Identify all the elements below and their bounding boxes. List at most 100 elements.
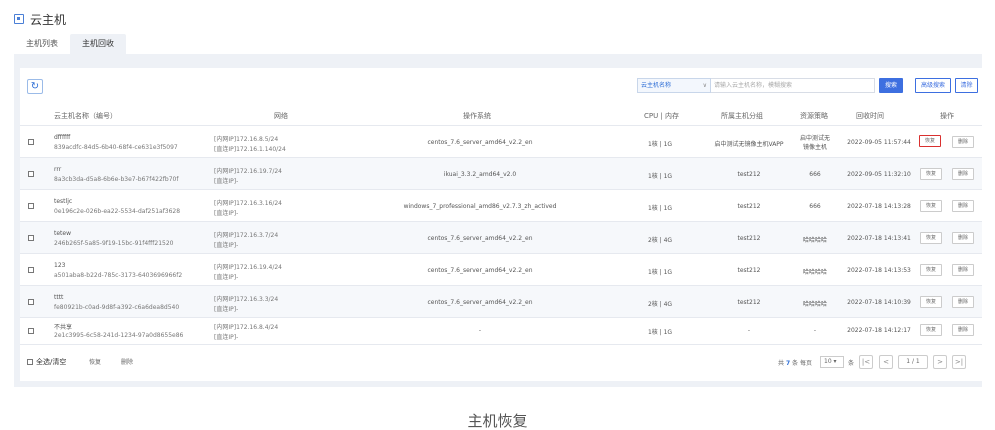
row-checkbox[interactable]: [28, 267, 34, 273]
delete-button[interactable]: 删除: [952, 264, 974, 276]
search-field-select[interactable]: 云主机名称 ∨: [637, 78, 711, 93]
row-checkbox[interactable]: [28, 139, 34, 145]
column-header-actions: 操作: [940, 112, 954, 120]
refresh-icon: ↻: [30, 81, 40, 92]
page-size-suffix: 条: [848, 360, 855, 367]
next-page-button[interactable]: >: [933, 355, 947, 369]
restore-button[interactable]: 恢复: [920, 324, 942, 336]
chevron-down-icon: ∨: [702, 82, 707, 89]
host-id: 839acdfc-84d5-6b40-68f4-ce631e3f5097: [54, 144, 178, 151]
host-group: -: [747, 327, 751, 334]
network-internal-ip: [内网IP]172.16.3.7/24: [214, 232, 279, 239]
network-direct-ip: [直连IP]-: [214, 334, 239, 341]
network-direct-ip: [直连IP]-: [214, 274, 239, 281]
resource-policy: 启中测试无: [799, 135, 831, 142]
row-divider: [20, 317, 982, 318]
select-all-label[interactable]: 全选/清空: [36, 357, 66, 367]
recycle-time: 2022-07-18 14:13:41: [847, 235, 911, 242]
header-divider: [20, 125, 982, 126]
row-checkbox[interactable]: [28, 235, 34, 241]
resource-policy: 666: [809, 171, 821, 178]
row-checkbox[interactable]: [28, 299, 34, 305]
cpu-memory: 1核 | 1G: [647, 329, 673, 336]
network-internal-ip: [内网IP]172.16.19.4/24: [214, 264, 282, 271]
delete-button[interactable]: 删除: [952, 168, 974, 180]
cpu-memory: 2核 | 4G: [647, 301, 673, 308]
cpu-memory: 1核 | 1G: [647, 141, 673, 148]
search-button[interactable]: 搜索: [879, 78, 903, 93]
row-divider: [20, 344, 982, 345]
delete-button[interactable]: 删除: [952, 200, 974, 212]
row-checkbox[interactable]: [28, 171, 34, 177]
host-name: 不共享: [54, 324, 73, 331]
host-group: test212: [737, 203, 761, 210]
restore-button[interactable]: 恢复: [920, 200, 942, 212]
resource-policy: 哈哈哈哈: [802, 269, 828, 276]
network-direct-ip: [直连IP]-: [214, 306, 239, 313]
host-name: 123: [54, 262, 66, 269]
row-checkbox[interactable]: [28, 203, 34, 209]
network-direct-ip: [直连IP]-: [214, 178, 239, 185]
column-header-policy: 资源策略: [800, 112, 828, 120]
host-group: test212: [737, 267, 761, 274]
os-name: centos_7.6_server_amd64_v2.2_en: [427, 139, 533, 146]
restore-button[interactable]: 恢复: [920, 232, 942, 244]
host-id: fe80921b-c0ad-9d8f-a392-c6a6dea8d540: [54, 304, 180, 311]
prev-page-button[interactable]: <: [879, 355, 893, 369]
delete-button[interactable]: 删除: [952, 296, 974, 308]
resource-policy: 666: [809, 203, 821, 210]
cpu-memory: 1核 | 1G: [647, 205, 673, 212]
figure-caption: 主机恢复: [467, 412, 528, 430]
delete-button[interactable]: 删除: [952, 136, 974, 148]
network-direct-ip: [直连IP]-: [214, 210, 239, 217]
advanced-search-button[interactable]: 高级搜索: [915, 78, 951, 93]
restore-button[interactable]: 恢复: [919, 135, 941, 147]
network-internal-ip: [内网IP]172.16.8.5/24: [214, 136, 279, 143]
restore-button[interactable]: 恢复: [920, 264, 942, 276]
host-name: testljc: [54, 198, 73, 205]
delete-button[interactable]: 删除: [952, 232, 974, 244]
refresh-button[interactable]: ↻: [27, 79, 43, 94]
restore-button[interactable]: 恢复: [920, 168, 942, 180]
network-internal-ip: [内网IP]172.16.8.4/24: [214, 324, 279, 331]
bulk-delete-button[interactable]: 删除: [121, 357, 133, 366]
cpu-memory: 1核 | 1G: [647, 269, 673, 276]
host-name: dffffff: [54, 134, 71, 141]
page-size-select[interactable]: 10 ▾: [820, 356, 844, 368]
row-checkbox[interactable]: [28, 328, 34, 334]
resource-policy-line2: 镜像主机: [802, 144, 828, 151]
page-indicator[interactable]: 1 / 1: [898, 355, 928, 369]
network-internal-ip: [内网IP]172.16.3.16/24: [214, 200, 282, 207]
first-page-button[interactable]: |<: [859, 355, 873, 369]
column-header-network: 网络: [274, 112, 288, 120]
recycle-time: 2022-09-05 11:32:10: [847, 171, 911, 178]
column-header-recycle-time: 回收时间: [856, 112, 884, 120]
host-id: 0e196c2e-026b-ea22-5534-daf251af3628: [54, 208, 181, 215]
column-header-name: 云主机名称（编号）: [54, 112, 117, 120]
last-page-button[interactable]: >|: [952, 355, 966, 369]
os-name: centos_7.6_server_amd64_v2.2_en: [427, 267, 533, 274]
search-field-select-value: 云主机名称: [641, 82, 672, 89]
restore-button[interactable]: 恢复: [920, 296, 942, 308]
select-all-checkbox[interactable]: [27, 359, 33, 365]
network-internal-ip: [内网IP]172.16.3.3/24: [214, 296, 279, 303]
delete-button[interactable]: 删除: [952, 324, 974, 336]
os-name: -: [478, 327, 482, 334]
host-group: test212: [737, 235, 761, 242]
clear-button[interactable]: 清除: [955, 78, 978, 93]
bulk-restore-button[interactable]: 恢复: [89, 357, 101, 366]
tab-host-recycle[interactable]: 主机回收: [70, 34, 126, 54]
host-id: 246b265f-5a85-9f19-15bc-91f4fff21520: [54, 240, 174, 247]
network-internal-ip: [内网IP]172.16.19.7/24: [214, 168, 282, 175]
recycle-time: 2022-07-18 14:13:28: [847, 203, 911, 210]
host-name: tetew: [54, 230, 71, 237]
os-name: centos_7.6_server_amd64_v2.2_en: [427, 235, 533, 242]
network-direct-ip: [直连IP]172.16.1.140/24: [214, 146, 286, 153]
pagination-total: 共 7 条 每页: [778, 360, 812, 367]
page-title: 云主机: [30, 13, 67, 27]
tab-host-list[interactable]: 主机列表: [14, 34, 70, 54]
host-id: 2e1c3995-6c58-241d-1234-97a0d8655e86: [54, 332, 184, 339]
search-input[interactable]: [711, 78, 875, 93]
recycle-time: 2022-07-18 14:12:17: [847, 327, 911, 334]
host-id: 8a3cb3da-d5a8-6b6e-b3e7-b67f422fb70f: [54, 176, 179, 183]
